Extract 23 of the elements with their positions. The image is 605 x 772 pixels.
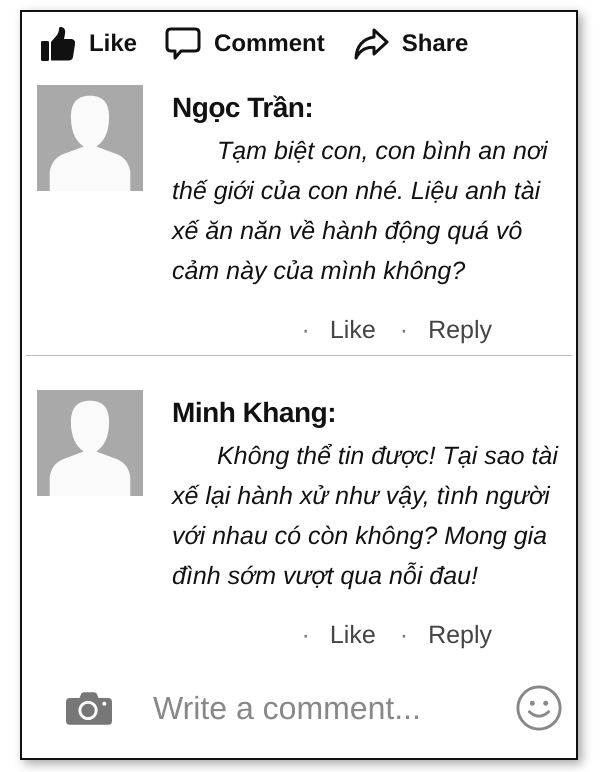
comment-text: Không thể tin được! Tại sao tài xế lại hành xử như vậy, tình người với nhau có còn không? Mong gia đình sớm vượt qua nỗi đau!: [172, 441, 560, 592]
separator-dot: ·: [400, 315, 408, 345]
smiley-icon[interactable]: [516, 685, 562, 731]
speech-bubble-icon: [165, 26, 202, 62]
avatar-icon: [37, 390, 143, 496]
like-button[interactable]: Like: [40, 26, 138, 62]
comment-text: Tạm biệt con, con bình an nơi thế giới của con nhé. Liệu anh tài xế ăn năn về hành động quá vô cảm này của mình không?: [172, 136, 549, 287]
separator-dot: ·: [302, 315, 310, 345]
avatar-icon: [37, 85, 143, 191]
camera-icon[interactable]: [66, 692, 112, 724]
thumbs-up-icon: [40, 26, 76, 62]
like-link[interactable]: Like: [330, 315, 376, 345]
comment-input[interactable]: Write a comment...: [153, 688, 483, 728]
separator-dot: ·: [400, 620, 408, 650]
like-link[interactable]: Like: [330, 620, 376, 650]
reply-link[interactable]: Reply: [428, 620, 492, 650]
commenter-name: Minh Khang:: [172, 396, 338, 430]
commenter-name: Ngọc Trần:: [172, 91, 314, 125]
share-arrow-icon: [352, 26, 389, 62]
comment-button[interactable]: Comment: [165, 26, 325, 62]
separator-dot: ·: [302, 620, 310, 650]
reply-link[interactable]: Reply: [428, 315, 492, 345]
share-button[interactable]: Share: [352, 26, 468, 62]
